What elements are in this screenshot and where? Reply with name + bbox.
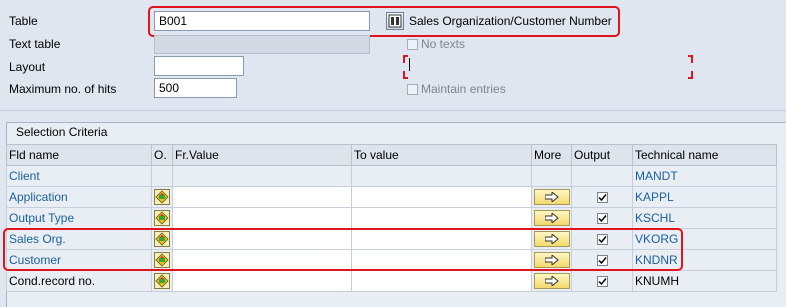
no-texts-checkbox-row[interactable]: No texts [407,37,465,51]
checkmark-icon [597,278,607,286]
technical-name-cell: KAPPL [632,186,777,208]
table-row: Cond.record no. KNUMH [6,270,777,292]
field-name-cell: Output Type [6,207,152,229]
to-value-input [351,165,532,187]
col-fr-value: Fr.Value [172,144,352,166]
maintain-entries-checkbox-row[interactable]: Maintain entries [407,82,506,96]
multiple-selection-button[interactable] [533,273,570,289]
more-cell [531,165,572,187]
table-row: Application KAPPL [6,186,777,208]
output-cell [571,186,633,208]
col-more: More [531,144,572,166]
output-cell [571,207,633,229]
highlight-salesorg-customer-box [3,228,683,271]
layout-input[interactable] [154,56,244,76]
no-texts-label: No texts [421,37,466,51]
technical-name-cell: KNUMH [632,270,777,292]
field-name-cell: Client [6,165,152,187]
no-texts-checkbox[interactable] [407,38,418,50]
arrow-right-icon [544,192,559,202]
maintain-entries-checkbox[interactable] [407,83,418,95]
text-cursor [409,58,410,71]
col-technical-name: Technical name [632,144,777,166]
table-label: Table [9,14,38,28]
text-table-field [154,35,370,54]
max-hits-label: Maximum no. of hits [9,82,117,96]
selection-criteria-title: Selection Criteria [16,125,108,139]
arrow-right-icon [544,276,559,286]
to-value-input[interactable] [351,270,532,292]
bracket-top-left [403,55,408,63]
arrow-right-icon [544,213,559,223]
selection-options-icon [154,189,170,205]
col-to-value: To value [351,144,532,166]
output-checkbox[interactable] [596,276,608,288]
table-row: Client MANDT [6,165,777,187]
max-hits-input[interactable]: 500 [154,78,237,98]
bracket-top-right [688,55,693,63]
multiple-selection-button[interactable] [533,189,570,205]
field-name-cell: Cond.record no. [6,270,152,292]
checkmark-icon [597,194,607,202]
bracket-bottom-right [688,71,693,79]
selection-options-icon [154,273,170,289]
output-checkbox[interactable] [596,192,608,204]
technical-name-cell: MANDT [632,165,777,187]
technical-name-cell: KSCHL [632,207,777,229]
from-value-input[interactable] [172,186,352,208]
col-output: Output [571,144,633,166]
to-value-input[interactable] [351,207,532,229]
output-cell [571,165,633,187]
checkmark-icon [597,215,607,223]
output-cell [571,270,633,292]
more-cell [531,207,572,229]
more-cell [531,270,572,292]
to-value-input[interactable] [351,186,532,208]
selection-options-icon [154,210,170,226]
divider [0,110,786,111]
table-header-row: Fld name O. Fr.Value To value More Outpu… [6,144,777,166]
from-value-input [172,165,352,187]
bracket-bottom-left [403,71,408,79]
selection-options-cell[interactable] [151,270,173,292]
field-name-cell: Application [6,186,152,208]
selection-options-cell[interactable] [151,207,173,229]
text-table-label: Text table [9,37,61,51]
output-checkbox[interactable] [596,213,608,225]
highlight-table-box [148,6,620,37]
multiple-selection-button[interactable] [533,210,570,226]
more-cell [531,186,572,208]
selection-options-cell [151,165,173,187]
col-o: O. [151,144,173,166]
col-fld-name: Fld name [6,144,152,166]
layout-label: Layout [9,60,46,74]
selection-options-cell[interactable] [151,186,173,208]
from-value-input[interactable] [172,270,352,292]
maintain-entries-label: Maintain entries [421,82,506,96]
table-row: Output Type KSCHL [6,207,777,229]
from-value-input[interactable] [172,207,352,229]
